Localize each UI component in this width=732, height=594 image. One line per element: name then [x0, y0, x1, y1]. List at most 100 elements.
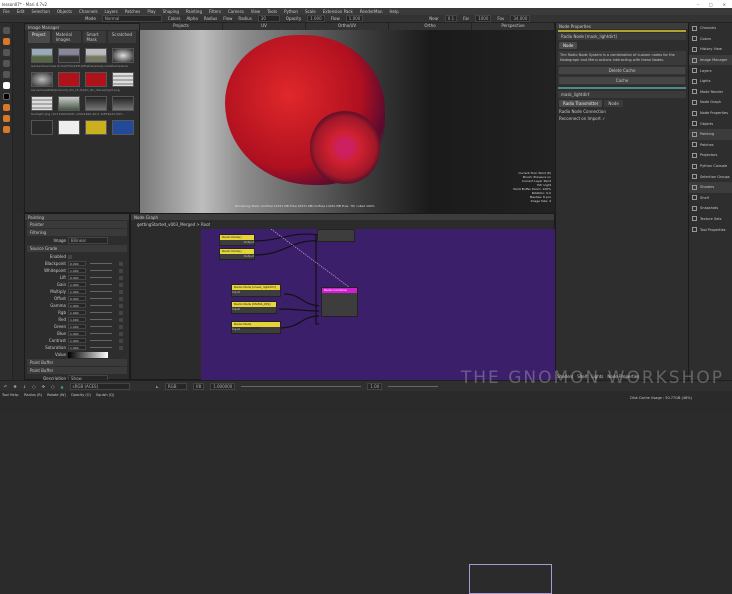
color-swatch-icon[interactable]: [3, 82, 10, 89]
radio-node[interactable]: Radio Node [mask_lightdirt] Input: [231, 284, 281, 297]
image-thumbnail[interactable]: [58, 120, 80, 135]
tab-ortho-uv[interactable]: Ortho/UV: [306, 23, 389, 30]
menu-selection[interactable]: Selection: [31, 9, 49, 14]
grade-slider[interactable]: [90, 326, 112, 327]
image-filter-dropdown[interactable]: Bilinear: [68, 237, 108, 244]
image-thumbnail[interactable]: [112, 96, 134, 111]
image-thumbnail[interactable]: [85, 72, 107, 87]
tab-node[interactable]: Node: [559, 42, 578, 49]
dock-item-selection-groups[interactable]: Selection Groups: [689, 171, 732, 182]
tab-radio-transmitter[interactable]: Radio Transmitter: [559, 100, 603, 107]
menu-layers[interactable]: Layers: [105, 9, 118, 14]
dock-item-history-view[interactable]: History View: [689, 44, 732, 55]
grade-slider[interactable]: [90, 277, 112, 278]
radio-node[interactable]: Radio Node [MAMA_IDS] Input: [231, 301, 277, 314]
3d-viewport[interactable]: Current Tool: Paint (P) Brush: Pressure o…: [140, 30, 555, 213]
curve-icon[interactable]: ⊾: [156, 384, 159, 389]
menu-edit[interactable]: Edit: [17, 9, 25, 14]
flow-field[interactable]: 1.000: [345, 15, 364, 22]
paint-tool-icon[interactable]: [3, 38, 10, 45]
image-thumbnail[interactable]: [112, 72, 134, 87]
tab-material-images[interactable]: Material Images: [51, 31, 81, 43]
grade-value-field[interactable]: 1.000: [68, 345, 86, 350]
dock-item-projectors[interactable]: Projectors: [689, 150, 732, 161]
dock-item-mode-render[interactable]: Mode Render: [689, 87, 732, 98]
gain-field[interactable]: 1.000000: [210, 382, 236, 390]
grade-slider[interactable]: [90, 291, 112, 292]
eraser-tool-icon[interactable]: [3, 71, 10, 78]
reset-button[interactable]: [119, 268, 123, 273]
node-section-header[interactable]: Radio Node [mask_lightdirt]: [558, 33, 686, 40]
painter-section[interactable]: Painter: [27, 221, 127, 228]
reset-button[interactable]: [119, 338, 123, 343]
menu-patches[interactable]: Patches: [125, 9, 141, 14]
menu-play[interactable]: Play: [147, 9, 155, 14]
transform-tool-icon[interactable]: [3, 49, 10, 56]
colors-toggle[interactable]: Colors: [168, 16, 181, 21]
image-thumbnail[interactable]: [31, 96, 53, 111]
dock-item-image-manager[interactable]: Image Manager: [689, 54, 732, 66]
tab-scratched[interactable]: Scratched: [107, 31, 136, 43]
gradient-tool-icon[interactable]: [3, 115, 10, 122]
menu-objects[interactable]: Objects: [57, 9, 72, 14]
maximize-button[interactable]: □: [709, 2, 713, 7]
grade-value-field[interactable]: 1.000: [68, 310, 86, 315]
value-gradient[interactable]: [68, 351, 108, 358]
grade-value-field[interactable]: 0.000: [68, 275, 86, 280]
menu-painting[interactable]: Painting: [186, 9, 202, 14]
reset-button[interactable]: [119, 345, 123, 350]
near-field[interactable]: 0.1: [444, 15, 458, 22]
image-thumbnail[interactable]: [112, 48, 134, 63]
grade-value-field[interactable]: 1.000: [68, 317, 86, 322]
enabled-checkbox[interactable]: [68, 254, 72, 259]
reset-button[interactable]: [119, 282, 123, 287]
filtering-section[interactable]: Filtering: [27, 229, 127, 236]
grade-slider[interactable]: [90, 284, 112, 285]
circle-icon[interactable]: ○: [51, 384, 55, 389]
grade-value-field[interactable]: 1.000: [68, 282, 86, 287]
image-thumbnail[interactable]: [58, 48, 80, 63]
zoom-field[interactable]: 1.00: [367, 382, 383, 390]
menu-scale[interactable]: Scale: [305, 9, 316, 14]
reset-button[interactable]: [119, 303, 123, 308]
menu-view[interactable]: View: [251, 9, 261, 14]
undo-icon[interactable]: ↶: [4, 384, 7, 389]
cache-button[interactable]: Cache: [558, 76, 686, 85]
grade-value-field[interactable]: 1.000: [68, 331, 86, 336]
opacity-field[interactable]: 1.000: [307, 15, 325, 22]
grade-slider[interactable]: [90, 263, 112, 264]
brush-tool-icon[interactable]: [3, 60, 10, 67]
grade-value-field[interactable]: 1.000: [68, 289, 86, 294]
image-thumbnail[interactable]: [31, 120, 53, 135]
menu-renderman[interactable]: RenderMan: [360, 9, 383, 14]
reset-button[interactable]: [119, 324, 123, 329]
menu-file[interactable]: File: [3, 9, 10, 14]
grade-slider[interactable]: [90, 305, 112, 306]
grade-slider[interactable]: [90, 319, 112, 320]
image-thumbnail[interactable]: [58, 72, 80, 87]
radio-combine-node[interactable]: Radio Combine: [321, 287, 358, 317]
grade-value-field[interactable]: 1.000: [68, 268, 86, 273]
zoom-slider[interactable]: [388, 385, 439, 387]
menu-shaping[interactable]: Shaping: [163, 9, 179, 14]
node-graph-minimap[interactable]: [469, 564, 552, 594]
crosshair-icon[interactable]: ✣: [42, 384, 45, 389]
reset-button[interactable]: [119, 289, 123, 294]
grade-slider[interactable]: [90, 270, 112, 271]
dock-item-shelf[interactable]: Shelf: [689, 193, 732, 204]
flow-toggle[interactable]: Flow: [223, 16, 232, 21]
reset-button[interactable]: [119, 331, 123, 336]
delete-cache-button[interactable]: Delete Cache: [558, 66, 686, 75]
merge-node[interactable]: [317, 229, 355, 242]
close-button[interactable]: ×: [723, 2, 726, 7]
dock-item-painting[interactable]: Painting: [689, 128, 732, 140]
fov-field[interactable]: 34.000: [510, 15, 531, 22]
grade-slider[interactable]: [90, 340, 112, 341]
tab-ortho[interactable]: Ortho: [389, 23, 472, 30]
dock-item-tool-properties[interactable]: Tool Properties: [689, 224, 732, 235]
grade-slider[interactable]: [90, 347, 112, 348]
colorspace-dropdown[interactable]: sRGB (ACES): [69, 382, 130, 390]
menu-channels[interactable]: Channels: [79, 9, 98, 14]
crest-thumbnail[interactable]: [112, 120, 134, 135]
radius-toggle[interactable]: Radius: [204, 16, 217, 21]
